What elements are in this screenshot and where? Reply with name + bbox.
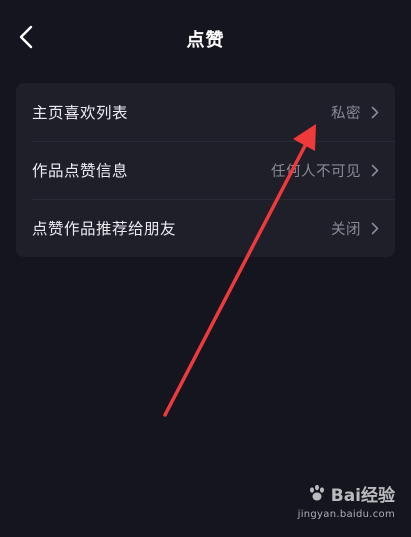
watermark-logo: Bai经验 — [275, 479, 395, 507]
setting-row-recommend-liked-to-friends[interactable]: 点赞作品推荐给朋友 关闭 — [16, 199, 395, 257]
setting-value: 任何人不可见 — [271, 163, 361, 180]
setting-row-homepage-like-list[interactable]: 主页喜欢列表 私密 — [16, 83, 395, 141]
watermark-logo-text: Bai经验 — [330, 485, 395, 506]
setting-value: 关闭 — [331, 221, 361, 238]
top-nav-bar: 点赞 — [0, 0, 411, 76]
setting-label: 主页喜欢列表 — [32, 104, 129, 122]
setting-label: 作品点赞信息 — [32, 162, 129, 180]
settings-card: 主页喜欢列表 私密 作品点赞信息 任何人不可见 点赞作品推荐给朋友 关闭 — [16, 83, 395, 257]
chevron-right-icon — [369, 221, 381, 235]
page-title: 点赞 — [186, 30, 225, 51]
setting-label: 点赞作品推荐给朋友 — [32, 220, 177, 238]
setting-row-work-like-info[interactable]: 作品点赞信息 任何人不可见 — [16, 141, 395, 199]
setting-value: 私密 — [331, 105, 361, 122]
chevron-right-icon — [369, 105, 381, 119]
red-annotation-arrow — [163, 124, 316, 417]
baidu-jingyan-watermark: Bai经验 jingyan.baidu.com — [275, 479, 395, 527]
chevron-right-icon — [369, 163, 381, 177]
paw-icon — [309, 484, 324, 501]
watermark-url: jingyan.baidu.com — [297, 509, 395, 520]
